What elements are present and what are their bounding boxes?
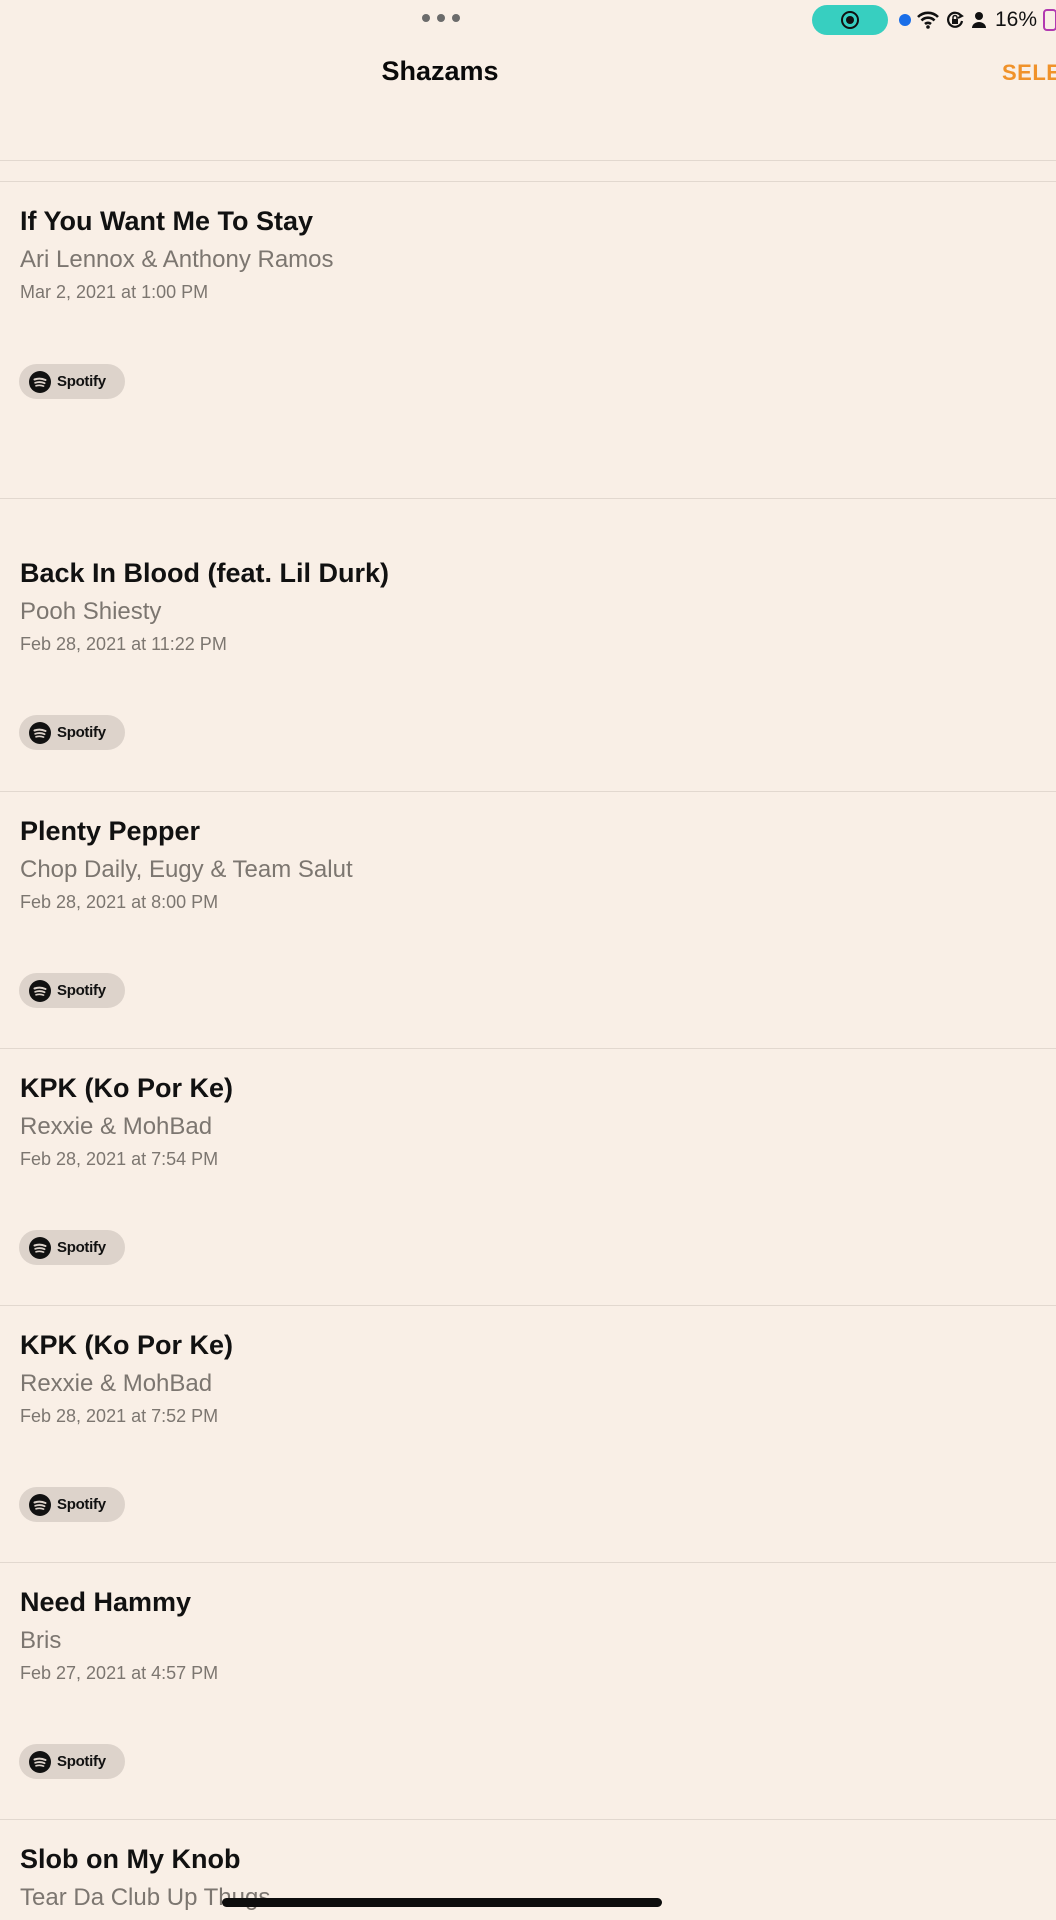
song-title: Back In Blood (feat. Lil Durk)	[20, 558, 390, 588]
shazam-date: Feb 28, 2021 at 7:54 PM	[20, 1149, 219, 1169]
song-artist: Ari Lennox & Anthony Ramos	[20, 246, 334, 273]
shazam-date: Feb 27, 2021 at 4:57 PM	[20, 1663, 219, 1683]
spotify-button[interactable]: Spotify	[19, 973, 125, 1008]
spotify-button[interactable]: Spotify	[19, 715, 125, 750]
list-item[interactable]: KPK (Ko Por Ke) Rexxie & MohBad Feb 28, …	[0, 1049, 1056, 1305]
spotify-button[interactable]: Spotify	[19, 1487, 125, 1522]
song-title: Slob on My Knob	[20, 1844, 241, 1874]
battery-percent: 16%	[995, 8, 1038, 31]
spotify-label: Spotify	[57, 982, 106, 999]
divider	[0, 160, 1056, 161]
nav-bar: Shazams SELE	[0, 40, 1056, 150]
spotify-icon	[29, 721, 51, 744]
spotify-label: Spotify	[57, 724, 106, 741]
shazam-date: Mar 2, 2021 at 1:00 PM	[20, 282, 209, 302]
song-title: KPK (Ko Por Ke)	[20, 1073, 234, 1103]
song-title: Plenty Pepper	[20, 816, 201, 846]
song-title: KPK (Ko Por Ke)	[20, 1330, 234, 1360]
battery-icon	[1043, 9, 1056, 31]
song-title: If You Want Me To Stay	[20, 206, 314, 236]
location-dot-icon	[899, 14, 911, 26]
song-artist: Rexxie & MohBad	[20, 1113, 213, 1140]
more-dots-icon[interactable]	[422, 14, 460, 22]
status-bar: 16%	[0, 0, 1056, 40]
orientation-lock-icon	[945, 10, 965, 30]
spotify-icon	[29, 979, 51, 1002]
song-title: Need Hammy	[20, 1587, 192, 1617]
list-item[interactable]: Plenty Pepper Chop Daily, Eugy & Team Sa…	[0, 792, 1056, 1048]
spotify-label: Spotify	[57, 1496, 106, 1513]
spotify-label: Spotify	[57, 373, 106, 390]
shazam-date: Feb 28, 2021 at 7:52 PM	[20, 1406, 219, 1426]
screen-record-indicator[interactable]	[812, 5, 888, 35]
list-item[interactable]: If You Want Me To Stay Ari Lennox & Anth…	[0, 182, 1056, 498]
person-icon	[971, 11, 987, 29]
spotify-icon	[29, 1236, 51, 1259]
spotify-button[interactable]: Spotify	[19, 364, 125, 399]
song-artist: Pooh Shiesty	[20, 598, 162, 625]
list-item[interactable]: KPK (Ko Por Ke) Rexxie & MohBad Feb 28, …	[0, 1306, 1056, 1562]
spotify-icon	[29, 370, 51, 393]
spotify-icon	[29, 1750, 51, 1773]
song-artist: Bris	[20, 1627, 62, 1654]
spotify-label: Spotify	[57, 1753, 106, 1770]
screen-record-icon	[841, 11, 859, 29]
spotify-button[interactable]: Spotify	[19, 1744, 125, 1779]
spotify-icon	[29, 1493, 51, 1516]
wifi-icon	[917, 11, 939, 29]
list-item[interactable]: Back In Blood (feat. Lil Durk) Pooh Shie…	[0, 499, 1056, 791]
spotify-button[interactable]: Spotify	[19, 1230, 125, 1265]
select-button[interactable]: SELE	[1002, 60, 1056, 86]
list-item[interactable]: Need Hammy Bris Feb 27, 2021 at 4:57 PM …	[0, 1563, 1056, 1819]
page-title: Shazams	[381, 56, 499, 86]
shazam-date: Feb 28, 2021 at 8:00 PM	[20, 892, 219, 912]
shazam-date: Feb 28, 2021 at 11:22 PM	[20, 634, 227, 654]
home-indicator[interactable]	[222, 1898, 662, 1907]
song-artist: Rexxie & MohBad	[20, 1370, 213, 1397]
status-icons: 16%	[899, 7, 1056, 33]
spotify-label: Spotify	[57, 1239, 106, 1256]
song-artist: Chop Daily, Eugy & Team Salut	[20, 856, 353, 883]
